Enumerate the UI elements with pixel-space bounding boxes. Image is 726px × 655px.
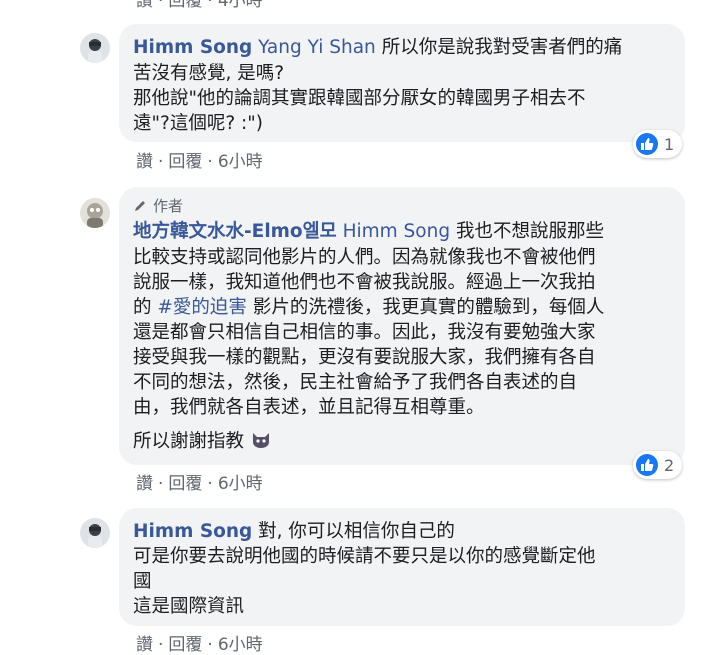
comment-actions: 讚 · 回覆 · 6小時 bbox=[136, 152, 263, 172]
avatar[interactable] bbox=[80, 33, 110, 63]
like-link[interactable]: 讚 bbox=[136, 152, 153, 172]
comment-author[interactable]: 地方韓文水水-Elmo엘모 bbox=[133, 221, 337, 242]
timestamp[interactable]: 6小時 bbox=[218, 635, 263, 655]
comment-text: 影片的洗禮後，我更真實的體驗到，每個人 bbox=[252, 297, 605, 318]
reaction-count[interactable]: 2 bbox=[633, 451, 683, 479]
comment-text: 苦沒有感覺, 是嗎? bbox=[133, 63, 285, 84]
like-icon bbox=[636, 133, 658, 155]
comment-text: 還是都會只相信自己相信的事。因此，我沒有要勉強大家 bbox=[133, 322, 596, 343]
timestamp[interactable]: 6小時 bbox=[218, 474, 263, 494]
comment-bubble: Himm Song Yang Yi Shan 所以你是說我對受害者們的痛 苦沒有… bbox=[119, 24, 685, 142]
pencil-icon bbox=[135, 200, 145, 211]
reply-link[interactable]: 回覆 bbox=[168, 635, 202, 655]
mention-link[interactable]: Himm Song bbox=[343, 221, 451, 242]
like-link[interactable]: 讚 bbox=[136, 635, 153, 655]
comment-text: 由，我們就各自表述，並且記得互相尊重。 bbox=[133, 397, 485, 418]
like-icon bbox=[636, 454, 658, 476]
hashtag-link[interactable]: #愛的迫害 bbox=[157, 297, 247, 318]
reply-link[interactable]: 回覆 bbox=[168, 0, 202, 11]
mention-link[interactable]: Yang Yi Shan bbox=[258, 37, 376, 58]
comment-text: 比較支持或認同他影片的人們。因為就像我也不會被他們 bbox=[133, 247, 596, 268]
comment-text: 的 bbox=[133, 297, 152, 318]
cat-emoji-icon bbox=[252, 433, 269, 448]
comment-author[interactable]: Himm Song bbox=[133, 521, 252, 542]
avatar[interactable] bbox=[80, 518, 110, 548]
author-badge: 作者 bbox=[133, 195, 183, 216]
reply-link[interactable]: 回覆 bbox=[168, 152, 202, 172]
comment-text: 對, 你可以相信你自己的 bbox=[258, 521, 455, 542]
author-badge-label: 作者 bbox=[153, 197, 184, 215]
avatar[interactable] bbox=[80, 198, 110, 228]
comment-actions: 讚 · 回覆 · 6小時 bbox=[136, 474, 263, 494]
comment-text: 這是國際資訊 bbox=[133, 596, 245, 617]
reaction-count-value: 1 bbox=[664, 134, 675, 154]
comment-text: 我也不想說服那些 bbox=[455, 221, 604, 242]
comment-text: 所以謝謝指教 bbox=[133, 431, 245, 452]
comment-author[interactable]: Himm Song bbox=[133, 37, 252, 58]
comment-text: 遠"?這個呢? :") bbox=[133, 113, 263, 134]
timestamp[interactable]: 6小時 bbox=[218, 152, 263, 172]
like-link[interactable]: 讚 bbox=[136, 474, 153, 494]
comment-text: 可是你要去說明他國的時候請不要只是以你的感覺斷定他 bbox=[133, 546, 596, 567]
comment-bubble: 作者 地方韓文水水-Elmo엘모 Himm Song 我也不想說服那些 比較支持… bbox=[119, 187, 685, 465]
comment-actions-top: 讚 · 回覆 · 4小時 bbox=[136, 0, 263, 11]
comment-text: 說服一樣，我知道他們也不會被我說服。經過上一次我拍 bbox=[133, 272, 596, 293]
comment-text: 國 bbox=[133, 571, 152, 592]
comment-actions: 讚 · 回覆 · 6小時 bbox=[136, 635, 263, 655]
comment-text: 不同的想法，然後，民主社會給予了我們各自表述的自 bbox=[133, 372, 578, 393]
like-link[interactable]: 讚 bbox=[136, 0, 153, 11]
comment-text: 接受與我一樣的觀點，更沒有要說服大家，我們擁有各自 bbox=[133, 347, 596, 368]
reply-link[interactable]: 回覆 bbox=[168, 474, 202, 494]
comment-text: 所以你是說我對受害者們的痛 bbox=[381, 37, 623, 58]
comment-text: 那他說"他的論調其實跟韓國部分厭女的韓國男子相去不 bbox=[133, 88, 586, 109]
comment-bubble: Himm Song 對, 你可以相信你自己的 可是你要去說明他國的時候請不要只是… bbox=[119, 508, 685, 626]
reaction-count[interactable]: 1 bbox=[633, 130, 683, 158]
timestamp[interactable]: 4小時 bbox=[218, 0, 263, 11]
reaction-count-value: 2 bbox=[664, 455, 675, 475]
